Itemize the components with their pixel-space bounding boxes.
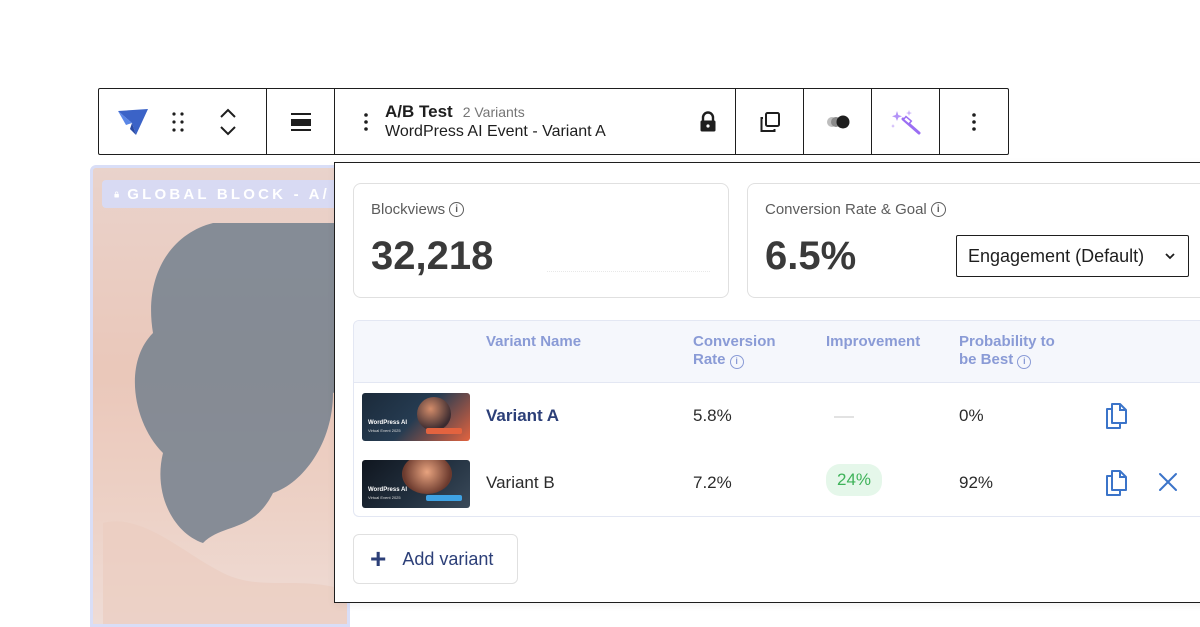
toolbar-group-more	[940, 89, 1008, 154]
block-toolbar: A/B Test 2 Variants WordPress AI Event -…	[98, 88, 1009, 155]
conversion-card: Conversion Rate & Goal i 6.5% Engagement…	[747, 183, 1200, 298]
col-header-improvement: Improvement	[826, 333, 921, 350]
ai-magic-button[interactable]	[872, 89, 939, 154]
col-header-conversion: Conversion Rate i	[693, 333, 776, 369]
improvement-empty	[834, 416, 854, 418]
col-header-name: Variant Name	[486, 333, 582, 350]
drag-icon	[172, 111, 184, 132]
plugin-logo-icon	[118, 108, 148, 135]
table-header: Variant Name Conversion Rate i Improveme…	[354, 321, 1200, 383]
block-mover	[203, 89, 253, 154]
toggle-circles-icon	[826, 115, 849, 128]
lock-button[interactable]	[699, 89, 717, 154]
col-header-probability: Probability to be Best i	[959, 333, 1055, 369]
toolbar-group-block	[99, 89, 267, 154]
global-block-badge: GLOBAL BLOCK - A/	[102, 180, 342, 208]
add-variant-button[interactable]: + Add variant	[353, 534, 518, 584]
overlay	[93, 168, 347, 624]
blockviews-value: 32,218	[371, 234, 494, 278]
variant-thumbnail: WordPress AI Virtual Event 2025	[362, 393, 470, 441]
variant-name[interactable]: Variant B	[486, 473, 555, 493]
variant-toggle-button[interactable]	[804, 89, 871, 154]
chevron-down-icon[interactable]	[219, 125, 237, 137]
global-block-preview	[90, 165, 350, 627]
close-icon	[1159, 473, 1177, 491]
drag-handle[interactable]	[153, 89, 203, 154]
info-icon[interactable]: i	[1017, 354, 1032, 369]
duplicate-icon	[760, 111, 780, 132]
more-options-button[interactable]	[940, 89, 1008, 154]
active-variant-name: WordPress AI Event - Variant A	[385, 123, 606, 140]
toolbar-group-ai	[872, 89, 940, 154]
variants-count: 2 Variants	[462, 104, 525, 120]
conversion-rate: 7.2%	[693, 473, 732, 492]
improvement-badge: 24%	[826, 464, 883, 496]
conversion-rate: 5.8%	[693, 406, 732, 425]
blockviews-label: Blockviews	[371, 201, 446, 218]
add-variant-label: Add variant	[402, 548, 494, 569]
abtest-label-group[interactable]: A/B Test 2 Variants WordPress AI Event -…	[385, 102, 699, 141]
toolbar-group-toggle	[804, 89, 872, 154]
duplicate-icon	[1106, 403, 1127, 429]
blockviews-label-row: Blockviews i	[371, 201, 465, 218]
toolbar-group-duplicate	[736, 89, 804, 154]
conversion-label-row: Conversion Rate & Goal i	[765, 201, 946, 218]
conversion-value: 6.5%	[765, 234, 857, 278]
plus-icon: +	[370, 543, 387, 574]
duplicate-variant-button[interactable]	[1104, 469, 1130, 502]
probability: 92%	[959, 473, 994, 492]
conversion-label: Conversion Rate & Goal	[765, 201, 927, 218]
variant-name[interactable]: Variant A	[486, 406, 559, 426]
blockviews-card: Blockviews i 32,218	[353, 183, 729, 298]
chevron-down-icon	[1165, 253, 1175, 260]
lock-icon	[114, 191, 119, 198]
info-icon[interactable]: i	[930, 202, 946, 217]
duplicate-variant-button[interactable]	[1104, 402, 1130, 435]
info-icon[interactable]: i	[729, 354, 744, 369]
global-badge-label: GLOBAL BLOCK - A/	[127, 185, 330, 203]
duplicate-button[interactable]	[736, 89, 803, 154]
magic-wand-icon	[890, 109, 920, 134]
goal-select[interactable]: Engagement (Default)	[956, 235, 1189, 277]
info-icon[interactable]: i	[449, 202, 465, 217]
align-button[interactable]	[267, 89, 334, 154]
duplicate-icon	[1106, 470, 1127, 496]
delete-variant-button[interactable]	[1157, 471, 1179, 498]
table-row[interactable]: WordPress AI Virtual Event 2025 Variant …	[354, 450, 1200, 516]
blockviews-sparkline	[547, 271, 710, 272]
toolbar-group-abtest: A/B Test 2 Variants WordPress AI Event -…	[335, 89, 736, 154]
abtest-options-button[interactable]	[357, 89, 375, 154]
goal-selected-value: Engagement (Default)	[968, 245, 1145, 266]
chevron-up-icon[interactable]	[219, 107, 237, 119]
table-row[interactable]: WordPress AI Virtual Event 2025 Variant …	[354, 383, 1200, 450]
abtest-popover: Blockviews i 32,218 Conversion Rate & Go…	[334, 162, 1200, 603]
align-full-icon	[290, 112, 311, 131]
probability: 0%	[959, 406, 984, 425]
toolbar-group-align	[267, 89, 335, 154]
vertical-ellipsis-icon	[972, 112, 976, 131]
lock-icon	[700, 110, 716, 131]
variants-table: Variant Name Conversion Rate i Improveme…	[353, 320, 1200, 517]
block-type-button[interactable]	[113, 89, 153, 154]
vertical-ellipsis-icon	[364, 112, 368, 131]
variant-thumbnail: WordPress AI Virtual Event 2025	[362, 460, 470, 508]
abtest-title: A/B Test	[385, 102, 453, 121]
